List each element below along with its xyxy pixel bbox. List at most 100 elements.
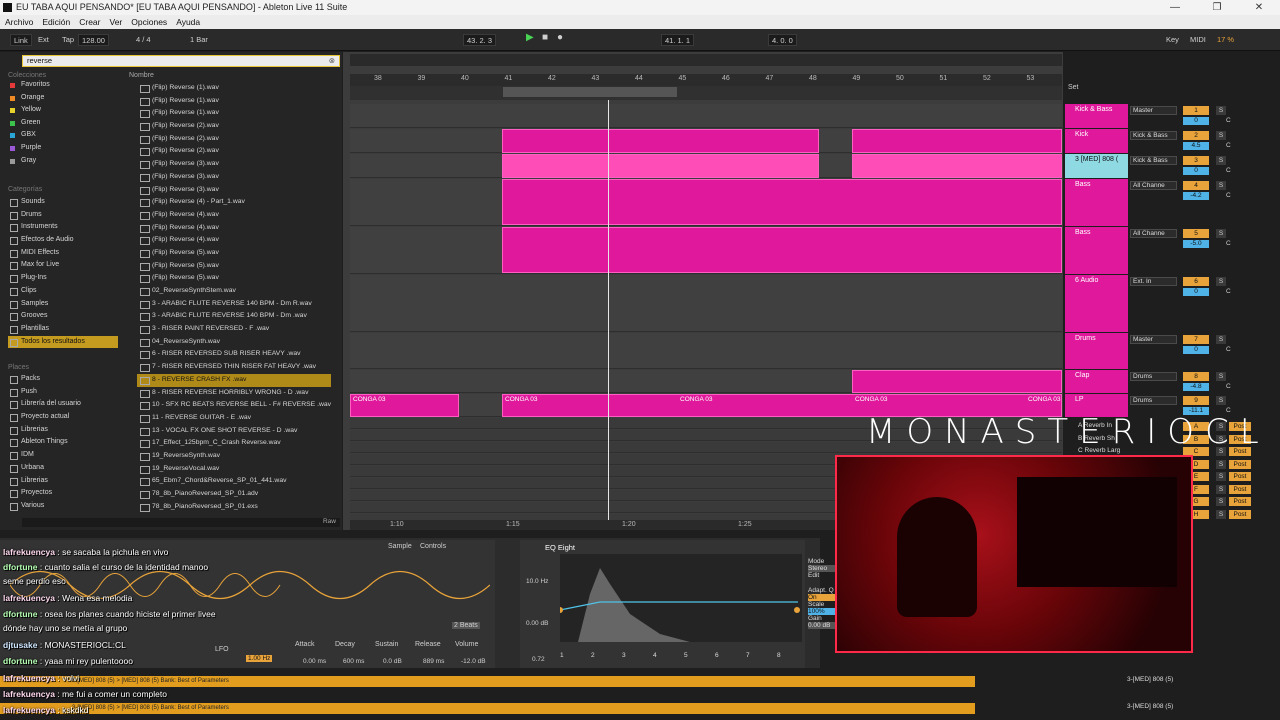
track-header[interactable]: Bass (1065, 227, 1128, 274)
play-icon[interactable]: ▶ (523, 32, 537, 44)
out-gain-value[interactable]: 0.00 dB (808, 622, 836, 629)
place-item[interactable]: IDM (8, 449, 118, 462)
category-item[interactable]: Plantillas (8, 323, 118, 336)
audio-clip[interactable] (502, 227, 1062, 273)
track-pan[interactable]: C (1226, 117, 1231, 124)
audio-clip[interactable] (502, 129, 819, 153)
collection-item[interactable]: Orange (8, 92, 118, 105)
file-item[interactable]: (Flip) Reverse (5).wav (137, 247, 331, 260)
category-item[interactable]: Sounds (8, 196, 118, 209)
tap-button[interactable]: Tap (59, 34, 77, 46)
track-lane[interactable] (350, 104, 1062, 128)
volume-value[interactable]: -12.0 dB (461, 658, 486, 665)
eq-q-value[interactable]: 0.72 (532, 656, 545, 663)
collection-item[interactable]: GBX (8, 129, 118, 142)
return-solo-button[interactable]: S (1216, 509, 1226, 519)
file-item[interactable]: 78_8b_PianoReversed_SP_01.exs (137, 501, 331, 514)
collection-item[interactable]: Gray (8, 155, 118, 168)
raw-toggle[interactable]: Raw (323, 518, 336, 525)
file-item[interactable]: 04_ReverseSynth.wav (137, 336, 331, 349)
menu-crear[interactable]: Crear (79, 15, 100, 29)
track-input-routing[interactable]: Master (1130, 335, 1177, 344)
track-input-routing[interactable]: Master (1130, 106, 1177, 115)
file-item[interactable]: (Flip) Reverse (2).wav (137, 133, 331, 146)
track-pan[interactable]: C (1226, 167, 1231, 174)
decay-value[interactable]: 600 ms (343, 658, 364, 665)
track-volume[interactable]: 4.5 (1183, 142, 1209, 150)
solo-button[interactable]: S (1216, 229, 1226, 238)
file-item[interactable]: (Flip) Reverse (4).wav (137, 222, 331, 235)
place-item[interactable]: Ableton Things (8, 436, 118, 449)
solo-button[interactable]: S (1216, 131, 1226, 140)
track-header[interactable]: Drums (1065, 333, 1128, 369)
file-item[interactable]: 78_8b_PianoReversed_SP_01.adv (137, 488, 331, 501)
category-item[interactable]: MIDI Effects (8, 247, 118, 260)
loop-bar[interactable] (350, 86, 1062, 100)
eq-gain-value[interactable]: 0.00 dB (526, 620, 548, 627)
solo-button[interactable]: S (1216, 106, 1226, 115)
category-item[interactable]: Instruments (8, 221, 118, 234)
place-item[interactable]: Proyecto actual (8, 411, 118, 424)
track-pan[interactable]: C (1226, 288, 1231, 295)
track-volume[interactable]: -5.0 (1183, 240, 1209, 248)
menu-edicion[interactable]: Edición (42, 15, 70, 29)
category-item[interactable]: Max for Live (8, 259, 118, 272)
file-item[interactable]: 3 - ARABIC FLUTE REVERSE 140 BPM - Dm .w… (137, 310, 331, 323)
track-pan[interactable]: C (1226, 383, 1231, 390)
track-lane[interactable] (350, 333, 1062, 369)
scale-value[interactable]: 100% (808, 608, 836, 615)
file-item[interactable]: 3 - RISER PAINT REVERSED - F .wav (137, 323, 331, 336)
menu-ver[interactable]: Ver (110, 15, 123, 29)
place-item[interactable]: Proyectos (8, 487, 118, 500)
audio-clip[interactable] (502, 179, 1062, 225)
place-item[interactable]: Various (8, 500, 118, 513)
eq-band-toggle[interactable]: 8 (777, 652, 781, 659)
collection-item[interactable]: Purple (8, 142, 118, 155)
file-item[interactable]: (Flip) Reverse (4).wav (137, 209, 331, 222)
file-item[interactable]: 8 - RISER REVERSE HORRIBLY WRONG - D .wa… (137, 387, 331, 400)
eq-band-toggle[interactable]: 6 (715, 652, 719, 659)
category-item[interactable]: Clips (8, 285, 118, 298)
file-item[interactable]: (Flip) Reverse (2).wav (137, 145, 331, 158)
track-header[interactable]: Kick & Bass (1065, 104, 1128, 128)
track-volume[interactable]: 0 (1183, 346, 1209, 354)
menu-archivo[interactable]: Archivo (5, 15, 33, 29)
track-input-routing[interactable]: Kick & Bass (1130, 156, 1177, 165)
track-input-routing[interactable]: All Channe (1130, 181, 1177, 190)
track-input-routing[interactable]: Kick & Bass (1130, 131, 1177, 140)
maximize-icon[interactable]: ❐ (1196, 0, 1238, 15)
eq-band-toggle[interactable]: 1 (560, 652, 564, 659)
beat-ruler[interactable]: 38 39 40 41 42 43 44 45 46 47 48 49 50 51 52 53 (350, 74, 1062, 86)
file-item[interactable]: 19_ReverseSynth.wav (137, 450, 331, 463)
file-item[interactable]: (Flip) Reverse (3).wav (137, 158, 331, 171)
file-item[interactable]: 6 - RISER REVERSED SUB RISER HEAVY .wav (137, 348, 331, 361)
file-item[interactable]: 7 - RISER REVERSED THIN RISER FAT HEAVY … (137, 361, 331, 374)
track-header[interactable]: 6 Audio (1065, 275, 1128, 332)
solo-button[interactable]: S (1216, 396, 1226, 405)
track-activator[interactable]: 9 (1183, 396, 1209, 405)
track-input-routing[interactable]: All Channe (1130, 229, 1177, 238)
file-item[interactable]: 65_Ebm7_Chord&Reverse_SP_01_441.wav (137, 475, 331, 488)
track-volume[interactable]: -4.8 (1183, 383, 1209, 391)
return-post-button[interactable]: Post (1229, 484, 1251, 494)
file-item[interactable]: (Flip) Reverse (3).wav (137, 171, 331, 184)
return-solo-button[interactable]: S (1216, 497, 1226, 506)
track-activator[interactable]: 4 (1183, 181, 1209, 190)
preview-strip[interactable]: Raw (22, 518, 340, 527)
file-item[interactable]: (Flip) Reverse (1).wav (137, 107, 331, 120)
file-item[interactable]: (Flip) Reverse (4) - Part_1.wav (137, 196, 331, 209)
position-field[interactable]: 43. 2. 3 (463, 34, 497, 46)
close-icon[interactable]: ✕ (1238, 0, 1280, 15)
file-item[interactable]: (Flip) Reverse (2).wav (137, 120, 331, 133)
file-item[interactable]: (Flip) Reverse (5).wav (137, 260, 331, 273)
eq-freq-value[interactable]: 10.0 Hz (526, 578, 548, 585)
track-pan[interactable]: C (1226, 240, 1231, 247)
menu-opciones[interactable]: Opciones (131, 15, 167, 29)
track-pan[interactable]: C (1226, 142, 1231, 149)
beats-field[interactable]: 2 Beats (452, 622, 480, 629)
return-solo-button[interactable]: S (1216, 484, 1226, 494)
track-input-routing[interactable]: Drums (1130, 396, 1177, 405)
loop-start-field[interactable]: 41. 1. 1 (661, 34, 695, 46)
controls-tab[interactable]: Controls (420, 543, 446, 550)
track-activator[interactable]: 2 (1183, 131, 1209, 140)
